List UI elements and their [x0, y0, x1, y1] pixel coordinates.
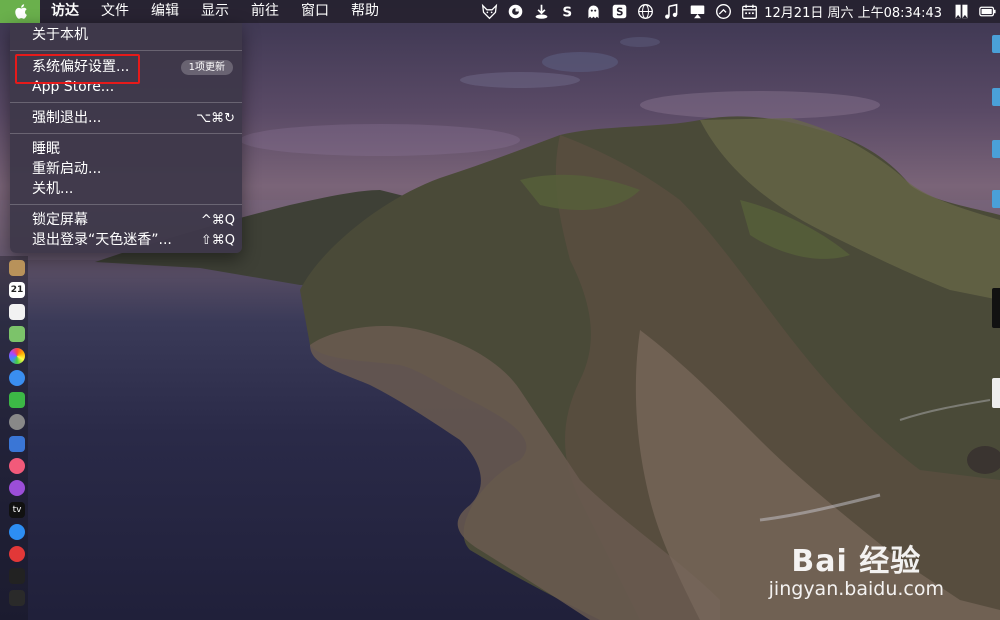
activity-monitor-icon[interactable] [9, 590, 25, 606]
desktop-item-edge[interactable] [992, 35, 1000, 53]
desktop-item-edge[interactable] [992, 140, 1000, 158]
logout-shortcut: ⇧⌘Q [200, 233, 235, 248]
ghost-icon[interactable] [580, 0, 606, 23]
menu-go[interactable]: 前往 [240, 0, 290, 23]
reminders-icon[interactable] [9, 304, 25, 320]
s-app-icon[interactable]: S [554, 0, 580, 23]
app-store-icon[interactable] [9, 524, 25, 540]
calendar-icon[interactable] [736, 0, 762, 23]
menubar-clock[interactable]: 12月21日 周六 上午08:34:43 [762, 2, 948, 21]
s-box-icon[interactable]: S [606, 0, 632, 23]
menu-item-lock-screen[interactable]: 锁定屏幕 ^⌘Q [10, 211, 242, 230]
logout-label: 退出登录“天色迷香”... [32, 232, 172, 248]
menu-help[interactable]: 帮助 [340, 0, 390, 23]
menu-separator [10, 204, 242, 205]
shutdown-label: 关机... [32, 181, 74, 197]
baidu-watermark: Bai 经验 jingyan.baidu.com [769, 536, 944, 600]
clock-icon[interactable] [710, 0, 736, 23]
fox-icon[interactable] [476, 0, 502, 23]
highlight-annotation-box [15, 54, 140, 84]
menu-item-shutdown[interactable]: 关机... [10, 180, 242, 199]
update-badge: 1项更新 [180, 60, 233, 75]
messages-icon[interactable] [9, 370, 25, 386]
watermark-url: jingyan.baidu.com [768, 578, 944, 600]
menu-item-restart[interactable]: 重新启动... [10, 160, 242, 179]
desktop-item-edge[interactable] [992, 378, 1000, 408]
podcasts-icon[interactable] [9, 480, 25, 496]
svg-text:S: S [562, 5, 572, 20]
dock-calendar-day: 21 [10, 285, 24, 295]
circle-app-icon[interactable] [502, 0, 528, 23]
vivaldi-icon[interactable] [9, 546, 25, 562]
menu-view[interactable]: 显示 [190, 0, 240, 23]
photos-icon[interactable] [9, 348, 25, 364]
menu-finder[interactable]: 访达 [40, 0, 90, 23]
menu-item-force-quit[interactable]: 强制退出... ⌥⌘↻ [10, 109, 242, 128]
globe-icon[interactable] [632, 0, 658, 23]
system-prefs-icon[interactable] [9, 414, 25, 430]
lock-screen-shortcut: ^⌘Q [200, 213, 235, 228]
sleep-label: 睡眠 [32, 141, 60, 157]
menu-window[interactable]: 窗口 [290, 0, 340, 23]
dock: 21 tv [0, 256, 28, 620]
apple-logo-icon [14, 4, 27, 19]
menu-separator [10, 102, 242, 103]
desktop-item-edge[interactable] [992, 190, 1000, 208]
menu-file[interactable]: 文件 [90, 0, 140, 23]
terminal-icon[interactable] [9, 568, 25, 584]
music-note-icon[interactable] [658, 0, 684, 23]
battery-icon[interactable] [974, 0, 1000, 23]
force-quit-shortcut: ⌥⌘↻ [196, 111, 235, 126]
menu-edit[interactable]: 编辑 [140, 0, 190, 23]
menu-separator [10, 50, 242, 51]
force-quit-label: 强制退出... [32, 110, 102, 126]
notes-icon[interactable] [9, 260, 25, 276]
dock-tv-label: tv [12, 505, 22, 515]
lock-screen-label: 锁定屏幕 [32, 212, 88, 228]
maps-icon[interactable] [9, 326, 25, 342]
desktop-item-edge[interactable] [992, 288, 1000, 328]
svg-text:S: S [616, 8, 623, 19]
menu-item-about-this-mac[interactable]: 关于本机 [10, 26, 242, 45]
tv-icon[interactable]: tv [9, 502, 25, 518]
airplay-icon[interactable] [684, 0, 710, 23]
music-icon[interactable] [9, 458, 25, 474]
apple-menu-button[interactable] [0, 0, 40, 23]
status-area: S S 12月21日 周六 上午08:34:43 [476, 0, 1000, 23]
restart-label: 重新启动... [32, 161, 102, 177]
calendar-icon[interactable]: 21 [9, 282, 25, 298]
about-label: 关于本机 [32, 27, 88, 43]
menu-bar: 访达 文件 编辑 显示 前往 窗口 帮助 S S 12月21日 周六 上午08:… [0, 0, 1000, 23]
menu-item-log-out[interactable]: 退出登录“天色迷香”... ⇧⌘Q [10, 231, 242, 250]
menu-separator [10, 133, 242, 134]
keynote-icon[interactable] [9, 436, 25, 452]
download-icon[interactable] [528, 0, 554, 23]
bookmark-icon[interactable] [948, 0, 974, 23]
menu-item-sleep[interactable]: 睡眠 [10, 140, 242, 159]
wechat-icon[interactable] [9, 392, 25, 408]
watermark-logo: Bai 经验 [791, 544, 922, 579]
desktop-item-edge[interactable] [992, 88, 1000, 106]
